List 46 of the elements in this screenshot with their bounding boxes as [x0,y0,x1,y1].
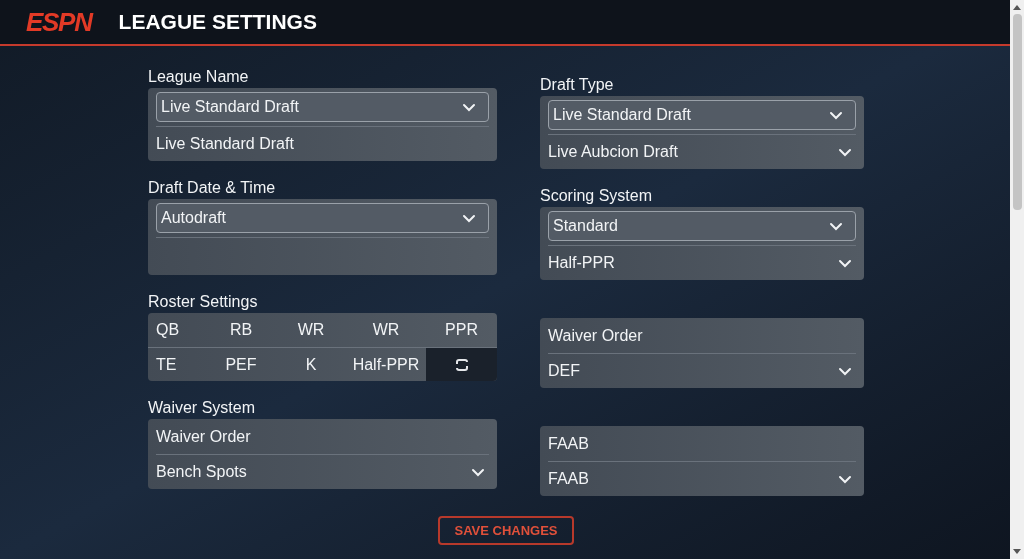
section-label: Draft Date & Time [148,178,277,198]
option-text: Live Aubcion Draft [548,142,678,162]
swap-button[interactable] [426,348,497,381]
option-text: Waiver Order [156,426,251,447]
position-label: TE [156,354,177,375]
position-label: WR [297,320,325,340]
option-text: Half-PPR [548,253,615,273]
option-text: Bench Spots [156,462,247,482]
dropdown-field[interactable]: Live Standard Draft [548,100,856,130]
option-text: FAAB [548,469,589,489]
position-label: WR [372,320,400,340]
dropdown-field[interactable]: Live Standard Draft [156,92,489,122]
option-text: Live Standard Draft [156,134,294,154]
chevron-down-icon [838,258,852,268]
chevron-down-icon [829,110,843,120]
chevron-down-icon [462,102,476,112]
chevron-down-icon [471,467,485,477]
option-text: FAAB [548,433,589,454]
chevron-down-icon [838,366,852,376]
page-title: LEAGUE SETTINGS [118,9,317,36]
chevron-down-icon [838,147,852,157]
section-label: Draft Type [540,75,615,95]
chevron-down-icon [829,221,843,231]
section-label: League Name [148,67,250,87]
dropdown-field[interactable]: Autodraft [156,203,489,233]
logo[interactable]: ESPN [26,9,92,35]
swap-icon [454,358,469,371]
position-label: Half-PPR [352,354,420,375]
option-text: Waiver Order [548,325,643,346]
position-label: K [305,354,317,375]
option-text: DEF [548,361,580,381]
scroll-up-icon[interactable] [1013,4,1021,10]
scrollbar[interactable] [1010,0,1024,559]
scroll-down-icon[interactable] [1013,549,1021,555]
section-label: Roster Settings [148,292,259,312]
section-label: Scoring System [540,186,654,206]
save-button[interactable]: SAVE CHANGES [438,516,574,545]
position-label: RB [229,320,253,340]
position-label: QB [156,320,180,340]
section-label: Waiver System [148,398,256,418]
scroll-thumb[interactable] [1012,14,1022,210]
position-label: PPR [445,320,478,340]
position-label: PEF [225,354,257,375]
dropdown-field[interactable]: Standard [548,211,856,241]
chevron-down-icon [838,474,852,484]
chevron-down-icon [462,213,476,223]
